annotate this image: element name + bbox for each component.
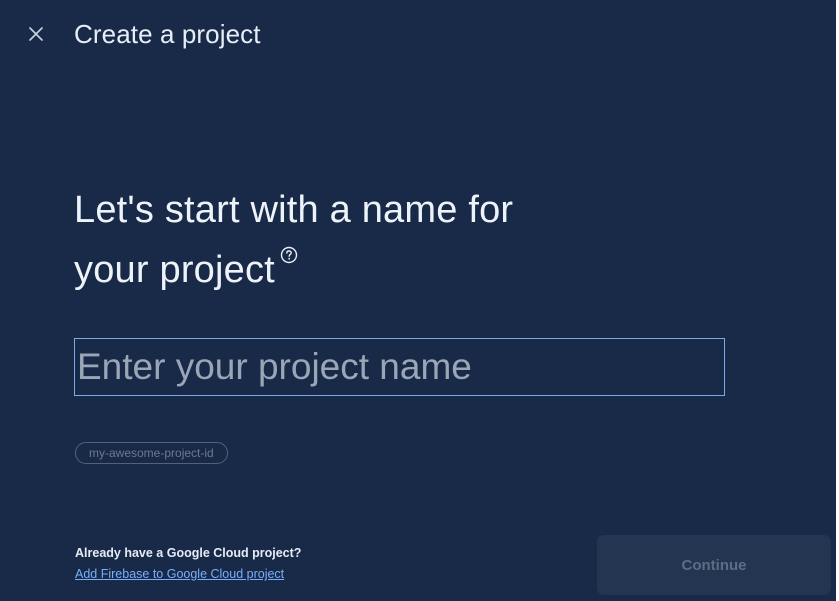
heading-line-2-wrap: your project bbox=[74, 240, 634, 300]
close-button[interactable] bbox=[22, 20, 50, 48]
close-icon bbox=[29, 27, 43, 41]
existing-project-question: Already have a Google Cloud project? bbox=[75, 546, 302, 560]
add-firebase-to-gcp-link[interactable]: Add Firebase to Google Cloud project bbox=[75, 567, 284, 581]
continue-button[interactable]: Continue bbox=[597, 535, 831, 595]
project-id-chip[interactable]: my-awesome-project-id bbox=[75, 442, 228, 464]
heading-line-1: Let's start with a name for bbox=[74, 189, 514, 231]
dialog-title: Create a project bbox=[74, 19, 261, 49]
page-heading: Let's start with a name for your project bbox=[74, 180, 634, 300]
create-project-dialog: Create a project Let's start with a name… bbox=[0, 0, 836, 601]
help-circle-icon[interactable] bbox=[280, 246, 298, 264]
project-name-input[interactable] bbox=[74, 338, 725, 396]
heading-line-2: your project bbox=[74, 249, 275, 291]
